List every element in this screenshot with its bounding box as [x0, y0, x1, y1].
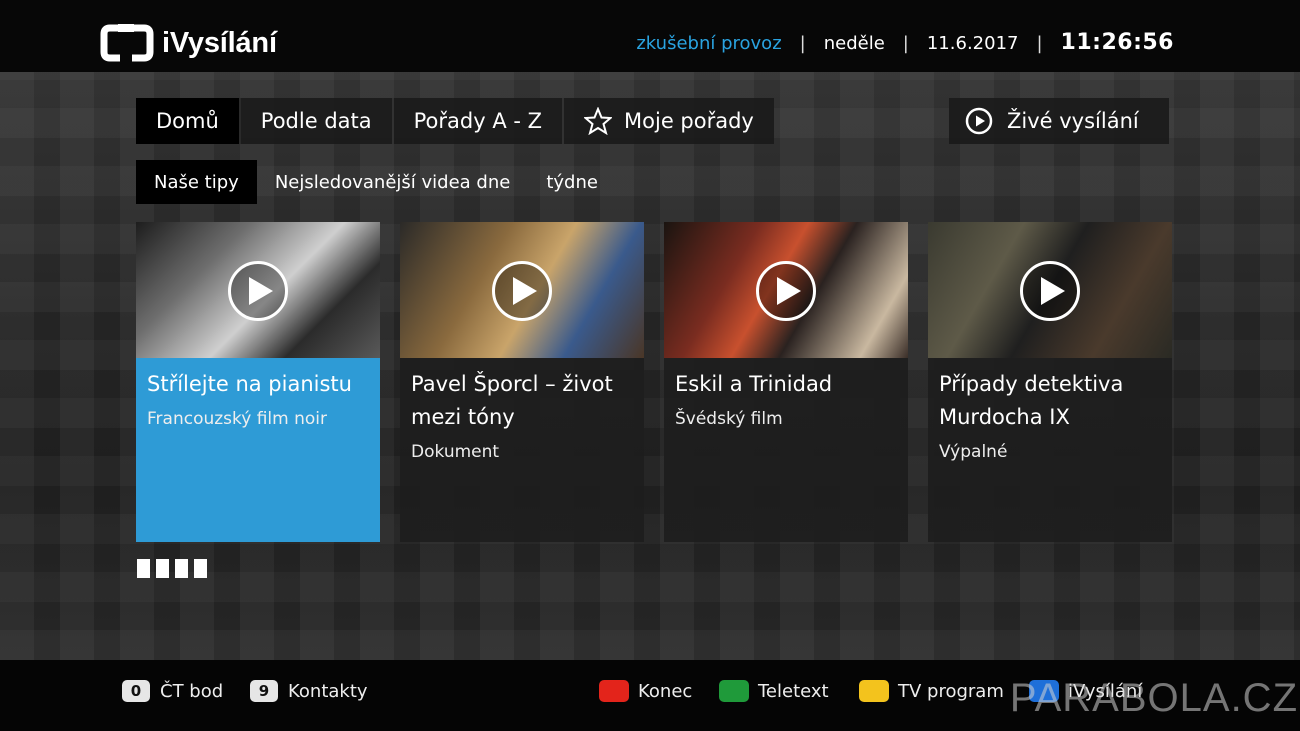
program-thumbnail	[928, 222, 1172, 358]
ct-logo: iVysílání	[100, 24, 277, 62]
live-label: Živé vysílání	[1007, 109, 1139, 133]
program-card[interactable]: Případy detektiva Murdocha IX Výpalné	[928, 222, 1172, 542]
key-red-exit[interactable]: Konec	[599, 680, 692, 702]
main-nav: Domů Podle data Pořady A - Z Moje pořady	[136, 98, 774, 144]
separator: |	[799, 33, 806, 54]
key-label: Konec	[638, 680, 693, 702]
key-green-teletext[interactable]: Teletext	[719, 680, 829, 702]
tab-home[interactable]: Domů	[136, 98, 241, 144]
play-icon	[492, 261, 552, 321]
separator: |	[1036, 33, 1043, 54]
separator: |	[902, 33, 909, 54]
program-subtitle: Výpalné	[939, 442, 1008, 462]
subtab-label: Nejsledovanější videa dne	[274, 171, 511, 193]
program-thumbnail	[400, 222, 644, 358]
app-title: iVysílání	[162, 26, 277, 59]
program-subtitle: Francouzský film noir	[147, 409, 328, 429]
program-title: Pavel Šporcl – život mezi tóny	[411, 372, 613, 429]
pager-dot	[137, 559, 150, 578]
program-subtitle: Švédský film	[675, 409, 783, 429]
pager-dot	[194, 559, 207, 578]
program-subtitle: Dokument	[411, 442, 500, 462]
subtab-our-tips[interactable]: Naše tipy	[136, 160, 257, 204]
play-icon	[1020, 261, 1080, 321]
live-broadcast-button[interactable]: Živé vysílání	[949, 98, 1169, 144]
day-label: neděle	[823, 33, 885, 54]
program-card[interactable]: Eskil a Trinidad Švédský film	[664, 222, 908, 542]
play-icon	[228, 261, 288, 321]
subtab-most-watched-day[interactable]: Nejsledovanější videa dne	[257, 160, 529, 204]
key-label: Teletext	[758, 680, 829, 702]
carousel-pager	[137, 559, 207, 578]
star-icon	[584, 107, 613, 135]
trial-status: zkušební provoz	[636, 33, 782, 54]
subtab-week[interactable]: týdne	[528, 160, 616, 204]
tab-my-shows[interactable]: Moje pořady	[564, 98, 774, 144]
play-circle-icon	[965, 107, 993, 135]
program-thumbnail	[664, 222, 908, 358]
program-thumbnail	[136, 222, 380, 358]
subtab-label: týdne	[546, 171, 598, 193]
pager-dot	[175, 559, 188, 578]
key-number: 0	[122, 680, 150, 702]
play-icon	[756, 261, 816, 321]
program-carousel: Střílejte na pianistu Francouzský film n…	[136, 222, 1172, 542]
tab-by-date[interactable]: Podle data	[241, 98, 394, 144]
program-card[interactable]: Pavel Šporcl – život mezi tóny Dokument	[400, 222, 644, 542]
yellow-button-icon	[859, 680, 889, 702]
program-title: Případy detektiva Murdocha IX	[939, 372, 1124, 429]
sub-nav: Naše tipy Nejsledovanější videa dne týdn…	[136, 160, 616, 204]
key-label: ČT bod	[160, 680, 224, 702]
watermark: PARABOLA.CZ	[1009, 676, 1298, 720]
tab-label: Domů	[156, 109, 219, 133]
pager-dot	[156, 559, 169, 578]
tab-shows-a-z[interactable]: Pořady A - Z	[394, 98, 565, 144]
header-bar: iVysílání zkušební provoz | neděle | 11.…	[0, 0, 1300, 72]
tab-label: Pořady A - Z	[413, 109, 543, 133]
clock: 11:26:56	[1060, 30, 1174, 55]
key-number: 9	[250, 680, 278, 702]
key-contacts[interactable]: 9 Kontakty	[250, 680, 368, 702]
tab-label: Moje pořady	[624, 109, 754, 133]
program-title: Střílejte na pianistu	[147, 372, 352, 396]
program-title: Eskil a Trinidad	[675, 372, 833, 396]
live-broadcast-item: Živé vysílání	[965, 98, 1139, 144]
tab-label: Podle data	[260, 109, 372, 133]
key-ct-bod[interactable]: 0 ČT bod	[122, 680, 223, 702]
key-label: TV program	[898, 680, 1004, 702]
key-label: Kontakty	[288, 680, 368, 702]
ct-logo-icon	[100, 24, 154, 62]
green-button-icon	[719, 680, 749, 702]
subtab-label: Naše tipy	[154, 171, 239, 193]
key-yellow-tv-program[interactable]: TV program	[859, 680, 1004, 702]
date-label: 11.6.2017	[926, 33, 1019, 54]
red-button-icon	[599, 680, 629, 702]
status-bar: zkušební provoz | neděle | 11.6.2017 | 1…	[636, 30, 1174, 55]
program-card[interactable]: Střílejte na pianistu Francouzský film n…	[136, 222, 380, 542]
